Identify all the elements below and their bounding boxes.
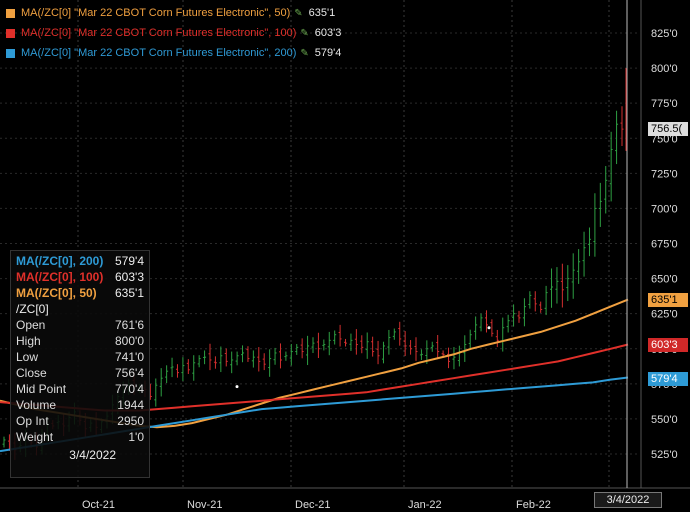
databox-row-label: Open (16, 318, 46, 332)
legend-ma200-value: 579'4 (314, 47, 342, 59)
ma100-price-tag: 603'3 (648, 338, 688, 352)
databox-ma50-label: MA(/ZC[0], 50) (16, 286, 97, 300)
legend-ma50-label: MA(/ZC[0] "Mar 22 CBOT Corn Futures Elec… (21, 7, 291, 19)
databox-row-value: 2950 (117, 414, 144, 428)
databox-row-volume: Volume 1944 (16, 397, 144, 413)
crosshair-date-label: 3/4/2022 (594, 492, 662, 508)
databox-row-label: Volume (16, 398, 57, 412)
x-tick-label: Nov-21 (187, 499, 222, 511)
y-tick-label: 825'0 (651, 28, 678, 40)
legend-ma100[interactable]: MA(/ZC[0] "Mar 22 CBOT Corn Futures Elec… (6, 26, 341, 40)
databox-row-value: 770'4 (115, 382, 144, 396)
trade-marker (487, 326, 491, 330)
databox-date: 3/4/2022 (69, 448, 116, 462)
y-tick-label: 800'0 (651, 63, 678, 75)
databox-ma100-label: MA(/ZC[0], 100) (16, 270, 104, 284)
databox-row-low: Low 741'0 (16, 349, 144, 365)
databox-ma50-value: 635'1 (115, 286, 144, 300)
databox-row-value: 800'0 (115, 334, 144, 348)
databox-row-high: High 800'0 (16, 333, 144, 349)
x-tick-label: Feb-22 (516, 499, 551, 511)
ma200-price-tag: 579'4 (648, 372, 688, 386)
last-price-tag: 756.5( (648, 122, 688, 136)
databox-row-label: Close (16, 366, 47, 380)
data-box: MA(/ZC[0], 200) 579'4 MA(/ZC[0], 100) 60… (10, 250, 150, 478)
databox-row-label: Op Int (16, 414, 49, 428)
databox-row-label: Low (16, 350, 39, 364)
x-tick-label: Dec-21 (295, 499, 330, 511)
y-tick-label: 675'0 (651, 239, 678, 251)
databox-row-label: Mid Point (16, 382, 67, 396)
legend-ma100-value: 603'3 (314, 27, 342, 39)
legend-ma200[interactable]: MA(/ZC[0] "Mar 22 CBOT Corn Futures Elec… (6, 46, 341, 60)
databox-ma200-row: MA(/ZC[0], 200) 579'4 (16, 253, 144, 269)
y-tick-label: 725'0 (651, 168, 678, 180)
databox-row-label: High (16, 334, 41, 348)
databox-row-open: Open 761'6 (16, 317, 144, 333)
databox-row-value: 761'6 (115, 318, 144, 332)
y-tick-label: 625'0 (651, 309, 678, 321)
databox-symbol: /ZC[0] (16, 302, 49, 316)
pencil-edit-icon[interactable]: ✎ (294, 8, 302, 19)
databox-row-value: 1'0 (128, 430, 144, 444)
databox-ma100-row: MA(/ZC[0], 100) 603'3 (16, 269, 144, 285)
legend-ma200-swatch (6, 48, 15, 58)
legend-ma50-swatch (6, 8, 15, 18)
databox-row-label: Weight (16, 430, 54, 444)
databox-row-opint: Op Int 2950 (16, 413, 144, 429)
databox-ma100-value: 603'3 (115, 270, 144, 284)
y-tick-label: 525'0 (651, 449, 678, 461)
trade-marker (235, 385, 239, 389)
legend-ma50-value: 635'1 (308, 7, 336, 19)
databox-row-weight: Weight 1'0 (16, 429, 144, 445)
y-tick-label: 650'0 (651, 274, 678, 286)
databox-ma200-value: 579'4 (115, 254, 144, 268)
databox-row-midpoint: Mid Point 770'4 (16, 381, 144, 397)
legend-ma100-label: MA(/ZC[0] "Mar 22 CBOT Corn Futures Elec… (21, 27, 297, 39)
databox-row-value: 756'4 (115, 366, 144, 380)
x-tick-label: Jan-22 (408, 499, 442, 511)
y-tick-label: 775'0 (651, 98, 678, 110)
ma50-price-tag: 635'1 (648, 293, 688, 307)
legend-ma100-swatch (6, 28, 15, 38)
pencil-edit-icon[interactable]: ✎ (300, 48, 308, 59)
databox-row-value: 741'0 (115, 350, 144, 364)
databox-ma50-row: MA(/ZC[0], 50) 635'1 (16, 285, 144, 301)
databox-row-close: Close 756'4 (16, 365, 144, 381)
databox-row-value: 1944 (117, 398, 144, 412)
legend-ma50[interactable]: MA(/ZC[0] "Mar 22 CBOT Corn Futures Elec… (6, 6, 335, 20)
y-tick-label: 550'0 (651, 414, 678, 426)
x-tick-label: Oct-21 (82, 499, 115, 511)
legend-ma200-label: MA(/ZC[0] "Mar 22 CBOT Corn Futures Elec… (21, 47, 297, 59)
pencil-edit-icon[interactable]: ✎ (300, 28, 308, 39)
databox-ma200-label: MA(/ZC[0], 200) (16, 254, 104, 268)
y-tick-label: 700'0 (651, 203, 678, 215)
